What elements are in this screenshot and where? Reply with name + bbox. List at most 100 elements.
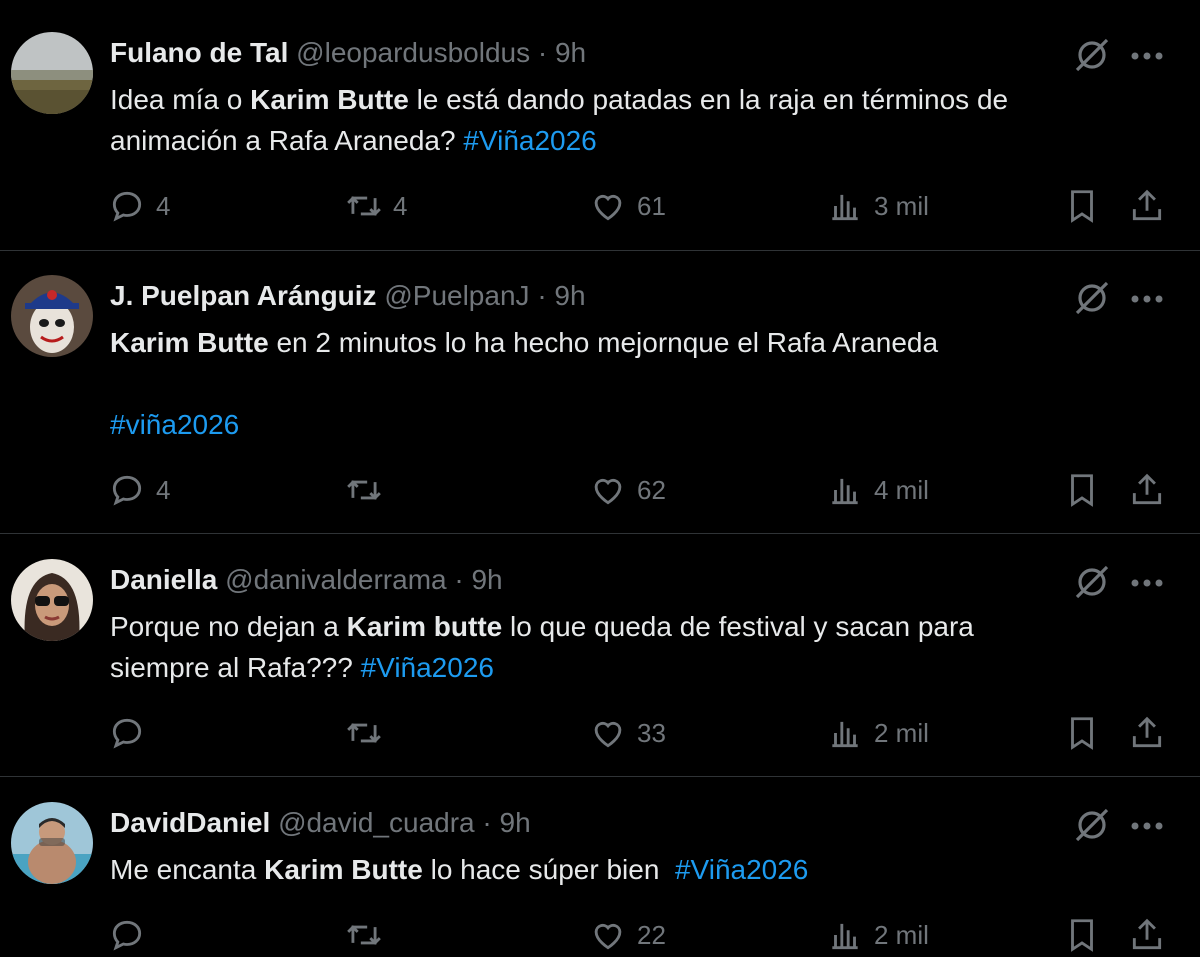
share-icon bbox=[1132, 473, 1162, 505]
retweet-button[interactable] bbox=[345, 470, 393, 510]
avatar[interactable] bbox=[11, 32, 93, 114]
like-icon bbox=[594, 194, 622, 221]
timestamp[interactable]: 9h bbox=[471, 564, 502, 595]
more-icon[interactable] bbox=[1130, 48, 1164, 60]
more-icon[interactable] bbox=[1130, 291, 1164, 303]
reply-icon bbox=[112, 191, 142, 222]
reply-icon bbox=[112, 718, 142, 749]
more-icon[interactable] bbox=[1130, 818, 1164, 830]
retweet-button[interactable] bbox=[345, 713, 393, 753]
reply-button[interactable] bbox=[108, 915, 156, 955]
text-run: Porque no dejan a bbox=[110, 611, 347, 642]
views-count: 2 mil bbox=[874, 919, 929, 950]
text-run: animación a Rafa Araneda? bbox=[110, 125, 464, 156]
hashtag-link[interactable]: #Viña2026 bbox=[463, 125, 596, 156]
more-icon[interactable] bbox=[1130, 575, 1164, 587]
share-button[interactable] bbox=[1128, 470, 1166, 510]
separator-dot: · bbox=[537, 37, 548, 68]
bookmark-button[interactable] bbox=[1063, 470, 1101, 510]
tweet[interactable]: Fulano de Tal @leopardusboldus · 9h Idea… bbox=[0, 0, 1200, 250]
author-name[interactable]: Fulano de Tal bbox=[110, 37, 288, 68]
tweet-header: Daniella @danivalderrama · 9h bbox=[110, 563, 503, 597]
highlighted-name: Karim Butte bbox=[250, 84, 409, 115]
like-button[interactable]: 33 bbox=[589, 713, 666, 753]
like-count: 61 bbox=[637, 190, 666, 221]
retweet-count: 4 bbox=[393, 190, 408, 221]
grok-icon[interactable] bbox=[1072, 804, 1112, 844]
like-icon bbox=[594, 721, 622, 748]
tweet-text: Karim Butte en 2 minutos lo ha hecho mej… bbox=[110, 322, 1120, 445]
text-run: lo hace súper bien bbox=[422, 854, 675, 885]
separator-dot: · bbox=[482, 807, 492, 838]
author-handle[interactable]: @PuelpanJ bbox=[384, 280, 529, 311]
hashtag-link[interactable]: #Viña2026 bbox=[361, 652, 494, 683]
share-button[interactable] bbox=[1128, 915, 1166, 955]
share-button[interactable] bbox=[1128, 186, 1166, 226]
tweet-text-line: animación a Rafa Araneda? #Viña2026 bbox=[110, 120, 1120, 161]
views-icon bbox=[832, 478, 858, 505]
text-run: Idea mía o bbox=[110, 84, 251, 115]
grok-icon[interactable] bbox=[1072, 34, 1112, 74]
tweet-text-line: siempre al Rafa??? #Viña2026 bbox=[110, 647, 1120, 688]
views-button[interactable]: 2 mil bbox=[826, 915, 929, 955]
text-run: lo que queda de festival y sacan para bbox=[502, 611, 974, 642]
reply-button[interactable]: 4 bbox=[108, 470, 170, 510]
like-count: 22 bbox=[637, 919, 666, 950]
retweet-icon bbox=[347, 196, 381, 216]
avatar[interactable] bbox=[11, 559, 93, 641]
retweet-button[interactable] bbox=[345, 915, 393, 955]
author-handle[interactable]: @leopardusboldus bbox=[296, 37, 530, 68]
tweet-text: Porque no dejan a Karim butte lo que que… bbox=[110, 606, 1120, 688]
separator-dot: · bbox=[454, 564, 464, 595]
share-icon bbox=[1132, 716, 1162, 748]
share-icon bbox=[1132, 918, 1162, 950]
highlighted-name: Karim Butte bbox=[110, 327, 269, 358]
author-name[interactable]: J. Puelpan Aránguiz bbox=[110, 280, 377, 311]
like-button[interactable]: 22 bbox=[589, 915, 666, 955]
grok-icon[interactable] bbox=[1072, 561, 1112, 601]
author-name[interactable]: DavidDaniel bbox=[110, 807, 270, 838]
tweet-text-line: Me encanta Karim Butte lo hace súper bie… bbox=[110, 849, 1120, 890]
like-button[interactable]: 61 bbox=[589, 186, 666, 226]
tweet[interactable]: Daniella @danivalderrama · 9h Porque no … bbox=[0, 534, 1200, 776]
author-handle[interactable]: @david_cuadra bbox=[278, 807, 475, 838]
grok-icon[interactable] bbox=[1072, 277, 1112, 317]
avatar[interactable] bbox=[11, 275, 93, 357]
like-icon bbox=[594, 478, 622, 505]
highlighted-name: Karim Butte bbox=[264, 854, 423, 885]
hashtag-link[interactable]: #Viña2026 bbox=[675, 854, 808, 885]
timestamp[interactable]: 9h bbox=[555, 37, 586, 68]
tweet[interactable]: J. Puelpan Aránguiz @PuelpanJ · 9h Karim… bbox=[0, 251, 1200, 533]
share-button[interactable] bbox=[1128, 713, 1166, 753]
views-button[interactable]: 2 mil bbox=[826, 713, 929, 753]
bookmark-button[interactable] bbox=[1063, 186, 1101, 226]
tweet-text-line: Karim Butte en 2 minutos lo ha hecho mej… bbox=[110, 322, 1120, 363]
tweet[interactable]: DavidDaniel @david_cuadra · 9h Me encant… bbox=[0, 777, 1200, 957]
tweet-text: Me encanta Karim Butte lo hace súper bie… bbox=[110, 849, 1120, 890]
author-name[interactable]: Daniella bbox=[110, 564, 217, 595]
reply-count: 4 bbox=[156, 190, 171, 221]
action-bar: 33 2 mil bbox=[108, 713, 1178, 753]
action-bar: 4 62 4 mil bbox=[108, 470, 1178, 510]
author-handle[interactable]: @danivalderrama bbox=[225, 564, 446, 595]
text-run: en 2 minutos lo ha hecho mejornque el Ra… bbox=[268, 327, 939, 358]
reply-button[interactable] bbox=[108, 713, 156, 753]
text-run: le está dando patadas en la raja en térm… bbox=[408, 84, 1009, 115]
views-count: 3 mil bbox=[874, 190, 929, 221]
action-bar: 22 2 mil bbox=[108, 915, 1178, 955]
views-button[interactable]: 3 mil bbox=[826, 186, 929, 226]
text-run: siempre al Rafa??? bbox=[110, 652, 361, 683]
bookmark-button[interactable] bbox=[1063, 713, 1101, 753]
retweet-button[interactable]: 4 bbox=[345, 186, 407, 226]
views-button[interactable]: 4 mil bbox=[826, 470, 929, 510]
bookmark-button[interactable] bbox=[1063, 915, 1101, 955]
reply-button[interactable]: 4 bbox=[108, 186, 170, 226]
hashtag-link[interactable]: #viña2026 bbox=[110, 409, 239, 440]
like-button[interactable]: 62 bbox=[589, 470, 666, 510]
separator-dot: · bbox=[537, 280, 547, 311]
timestamp[interactable]: 9h bbox=[554, 280, 585, 311]
timestamp[interactable]: 9h bbox=[500, 807, 531, 838]
avatar[interactable] bbox=[11, 802, 93, 884]
views-count: 2 mil bbox=[874, 717, 929, 748]
reply-count: 4 bbox=[156, 474, 171, 505]
